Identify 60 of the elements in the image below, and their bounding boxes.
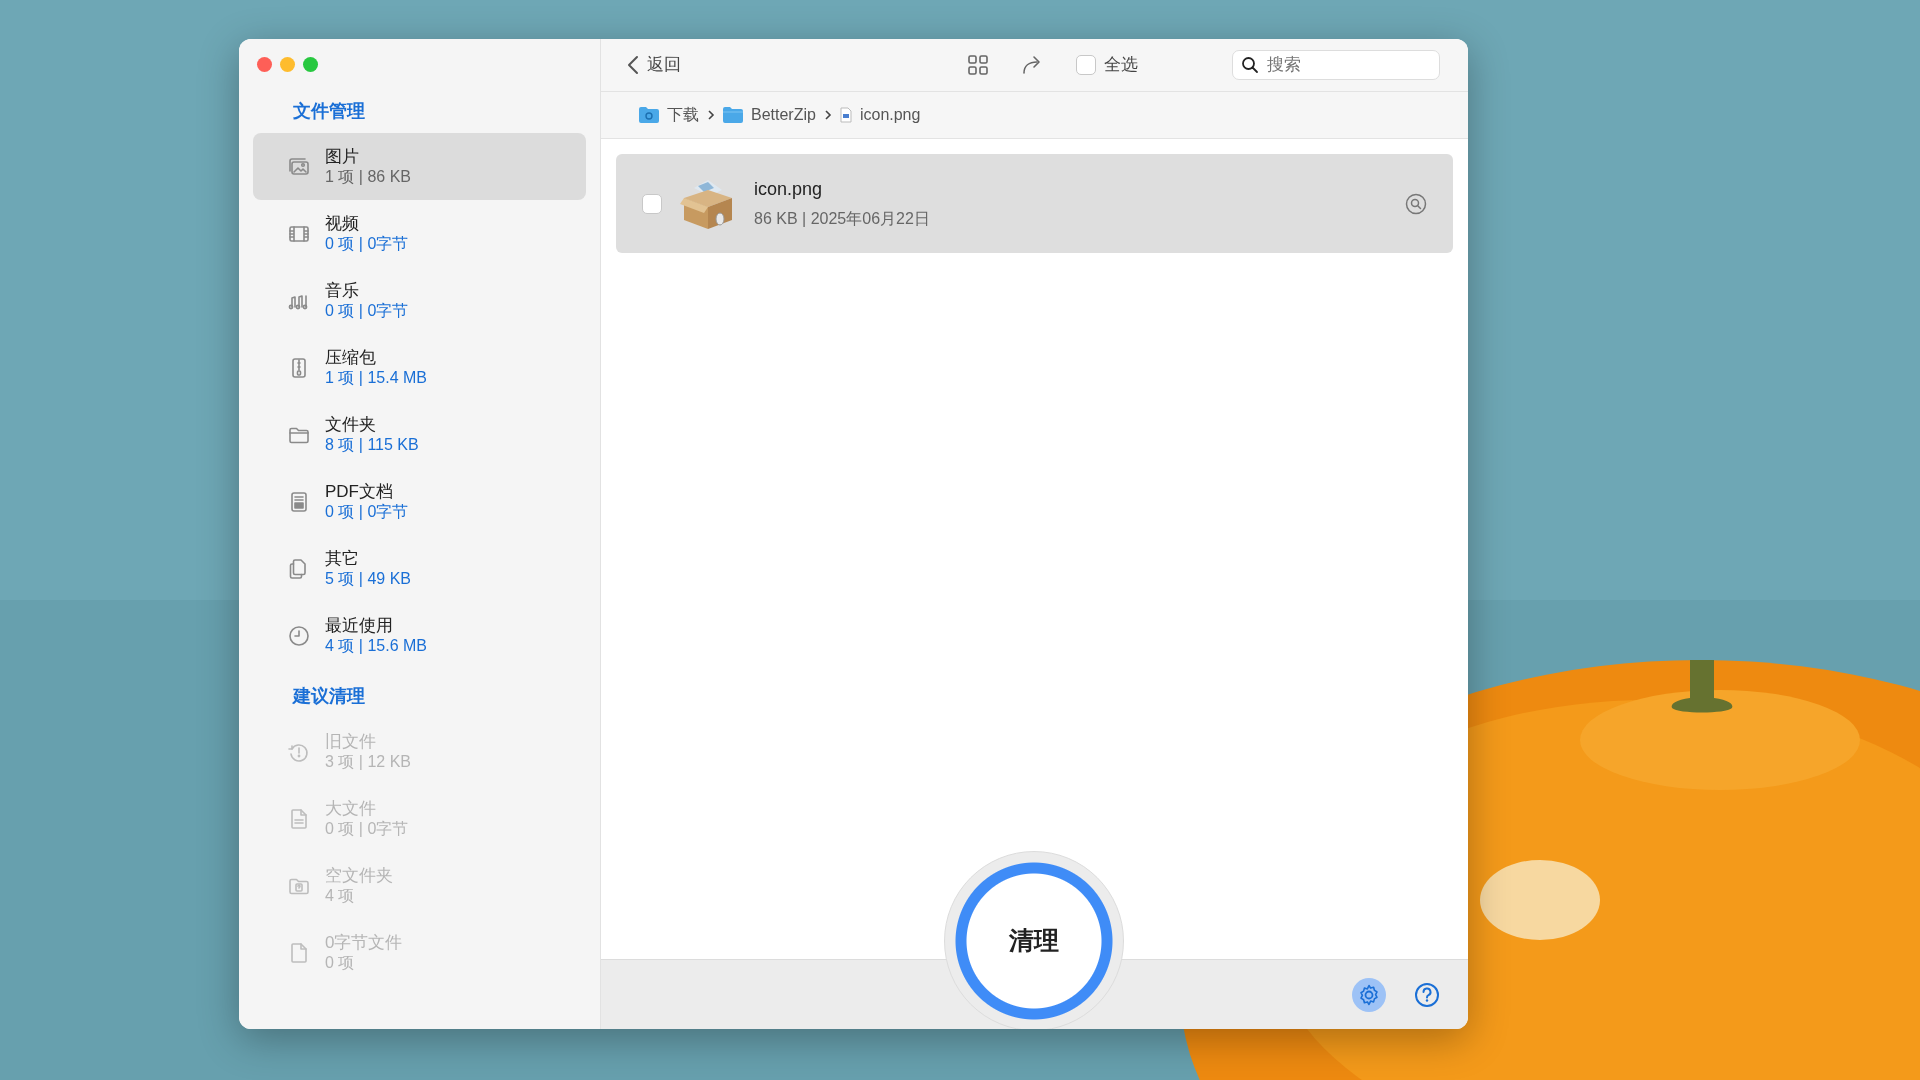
category-stats: 0 项	[325, 953, 356, 973]
section-title: 文件管理	[293, 100, 366, 123]
category-name: 图片	[325, 146, 360, 168]
image-file-icon	[839, 107, 852, 123]
section-title: 建议清理	[293, 685, 366, 708]
chevron-icon	[823, 109, 832, 121]
category-stats: 0 项 | 0字节	[325, 819, 409, 839]
category-stats: 3 项 | 12 KB	[325, 752, 411, 772]
clock-icon	[287, 623, 311, 648]
category-name: 大文件	[325, 798, 377, 820]
category-name: 音乐	[325, 280, 360, 302]
sidebar-item[interactable]: 压缩包 1 项 | 15.4 MB	[253, 334, 586, 401]
gear-icon	[1357, 982, 1381, 1007]
category-name: PDF文档	[325, 481, 394, 503]
sidebar-item[interactable]: 图片 1 项 | 86 KB	[253, 133, 586, 200]
file-row[interactable]: icon.png 86 KB | 2025年06月22日	[616, 154, 1453, 253]
category-stats: 5 项 | 49 KB	[325, 569, 411, 589]
folder-icon	[723, 107, 743, 123]
category-stats: 1 项 | 86 KB	[325, 167, 411, 187]
category-name: 旧文件	[325, 731, 377, 753]
select-all-checkbox[interactable]: 全选	[1076, 52, 1138, 78]
sidebar-item[interactable]: 文件夹 8 项 | 115 KB	[253, 401, 586, 468]
category-name: 0字节文件	[325, 932, 403, 954]
sidebar-item[interactable]: 视频 0 项 | 0字节	[253, 200, 586, 267]
folder-icon	[639, 107, 659, 123]
breadcrumb-item[interactable]: 下载	[667, 103, 699, 127]
question-mark-icon	[1414, 981, 1440, 1008]
magnifier-icon	[1405, 192, 1427, 215]
category-stats: 0 项 | 0字节	[325, 234, 409, 254]
category-name: 空文件夹	[325, 865, 393, 887]
clean-button[interactable]: 清理	[944, 851, 1124, 1029]
category-name: 文件夹	[325, 414, 377, 436]
file-details: 86 KB | 2025年06月22日	[754, 209, 931, 229]
search-field[interactable]: 搜索	[1232, 50, 1440, 80]
sidebar-item[interactable]: PDF文档 0 项 | 0字节	[253, 468, 586, 535]
zoom-window-button[interactable]	[303, 57, 318, 72]
category-name: 其它	[325, 548, 360, 570]
category-name: 视频	[325, 213, 360, 235]
settings-button[interactable]	[1352, 977, 1386, 1012]
category-stats: 4 项 | 15.6 MB	[325, 636, 427, 656]
chevron-left-icon	[627, 55, 639, 75]
sidebar-item[interactable]: 最近使用 4 项 | 15.6 MB	[253, 602, 586, 669]
file-name: icon.png	[754, 178, 824, 201]
category-stats: 8 项 | 115 KB	[325, 435, 419, 455]
close-window-button[interactable]	[257, 57, 272, 72]
breadcrumb-item[interactable]: icon.png	[859, 103, 921, 127]
category-name: 压缩包	[325, 347, 377, 369]
category-stats: 1 项 | 15.4 MB	[325, 368, 427, 388]
category-stats: 0 项 | 0字节	[325, 301, 409, 321]
sidebar-item[interactable]: 音乐 0 项 | 0字节	[253, 267, 586, 334]
category-stats: 0 项 | 0字节	[325, 502, 409, 522]
sidebar-item[interactable]: 其它 5 项 | 49 KB	[253, 535, 586, 602]
file-checkbox[interactable]	[642, 193, 662, 214]
category-stats: 4 项	[325, 886, 356, 906]
preview-button[interactable]	[1405, 192, 1427, 215]
breadcrumb-item[interactable]: BetterZip	[751, 103, 816, 127]
category-name: 最近使用	[325, 615, 394, 637]
chevron-icon	[707, 109, 715, 121]
grid-view-icon[interactable]	[966, 53, 990, 77]
back-button[interactable]: 返回	[627, 52, 681, 78]
